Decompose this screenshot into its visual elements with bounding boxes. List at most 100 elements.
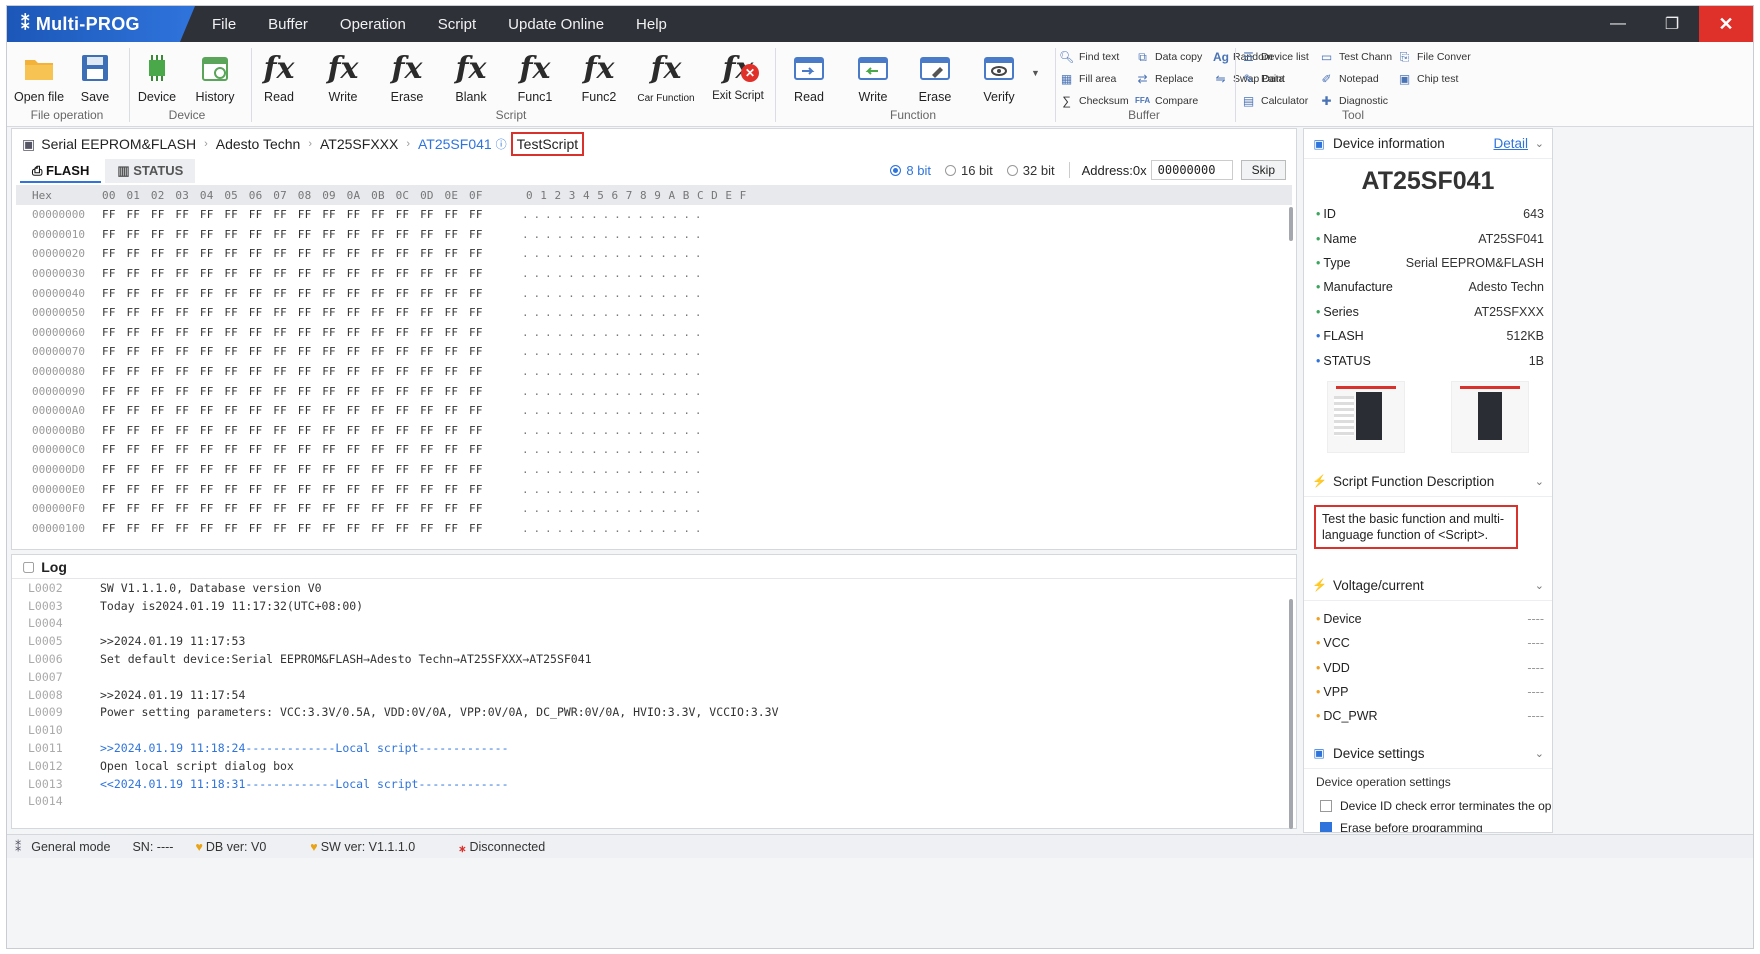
hex-row-bytes[interactable]: FF FF FF FF FF FF FF FF FF FF FF FF FF F… [102,247,522,260]
hex-row-ascii[interactable]: ................ [522,247,706,260]
save-button[interactable]: Save [65,46,125,104]
func-verify-button[interactable]: Verify [969,46,1029,104]
hex-row[interactable]: 00000020 FF FF FF FF FF FF FF FF FF FF FF… [16,244,1292,264]
hex-row[interactable]: 00000060 FF FF FF FF FF FF FF FF FF FF FF… [16,323,1292,343]
file-convert-button[interactable]: ⎘ File Conver [1397,50,1471,64]
restore-button[interactable]: ❐ [1645,6,1699,42]
data-copy-button[interactable]: ⧉ Data copy [1135,50,1202,64]
device-button[interactable]: Device [127,46,187,104]
script-erase-button[interactable]: fx Erase [377,46,437,105]
hex-row-ascii[interactable]: ................ [522,326,706,339]
car-function-button[interactable]: fx Car Function [631,46,701,105]
replace-button[interactable]: ⇄ Replace [1135,72,1193,86]
find-text-button[interactable]: 🔍︎ Find text [1059,50,1119,64]
hex-row-ascii[interactable]: ................ [522,287,706,300]
hex-row-ascii[interactable]: ................ [522,267,706,280]
voltage-current-header[interactable]: ⚡ Voltage/current ⌄ [1304,571,1552,601]
info-icon[interactable]: ⓘ [496,136,507,152]
adapter-image-2[interactable] [1451,380,1529,453]
hex-row-bytes[interactable]: FF FF FF FF FF FF FF FF FF FF FF FF FF F… [102,345,522,358]
id-check-option[interactable]: Device ID check error terminates the op [1304,795,1552,817]
hex-row[interactable]: 000000F0 FF FF FF FF FF FF FF FF FF FF FF… [16,499,1292,519]
detail-link[interactable]: Detail [1493,136,1528,151]
hex-row[interactable]: 00000050 FF FF FF FF FF FF FF FF FF FF FF… [16,303,1292,323]
menu-script[interactable]: Script [438,16,476,33]
address-input[interactable]: 00000000 [1150,160,1233,180]
hex-scrollbar[interactable] [1289,207,1293,241]
func-read-button[interactable]: Read [779,46,839,104]
breadcrumb-type[interactable]: Serial EEPROM&FLASH [41,136,196,152]
hex-row-bytes[interactable]: FF FF FF FF FF FF FF FF FF FF FF FF FF F… [102,287,522,300]
hex-row[interactable]: 00000080 FF FF FF FF FF FF FF FF FF FF FF… [16,362,1292,382]
notepad-button[interactable]: ✐ Notepad [1319,72,1378,86]
exit-script-button[interactable]: fx ✕ Exit Script [707,46,769,103]
script-write-button[interactable]: fx Write [313,46,373,105]
hex-row[interactable]: 000000D0 FF FF FF FF FF FF FF FF FF FF FF… [16,460,1292,480]
func-write-button[interactable]: Write [843,46,903,104]
hex-row-bytes[interactable]: FF FF FF FF FF FF FF FF FF FF FF FF FF F… [102,267,522,280]
checkbox[interactable] [1320,821,1332,832]
hex-row-ascii[interactable]: ................ [522,502,706,515]
hex-row[interactable]: 00000090 FF FF FF FF FF FF FF FF FF FF FF… [16,381,1292,401]
hex-row-ascii[interactable]: ................ [522,443,706,456]
open-file-button[interactable]: Open file [9,46,69,104]
hex-row-ascii[interactable]: ................ [522,306,706,319]
erase-before-option[interactable]: Erase before programming [1304,817,1552,832]
hex-row-bytes[interactable]: FF FF FF FF FF FF FF FF FF FF FF FF FF F… [102,306,522,319]
hex-row[interactable]: 00000070 FF FF FF FF FF FF FF FF FF FF FF… [16,342,1292,362]
menu-file[interactable]: File [212,16,236,33]
breadcrumb-manufacturer[interactable]: Adesto Techn [216,136,301,152]
hex-row-bytes[interactable]: FF FF FF FF FF FF FF FF FF FF FF FF FF F… [102,326,522,339]
history-button[interactable]: History [185,46,245,104]
chip-test-button[interactable]: ▣ Chip test [1397,72,1459,86]
function-more-dropdown-icon[interactable]: ▼ [1031,68,1040,78]
breadcrumb-script[interactable]: TestScript [510,132,585,156]
radio-8-bit[interactable]: 8 bit [890,163,931,178]
compare-button[interactable]: FFA Compare [1135,94,1198,108]
skip-button[interactable]: Skip [1240,160,1286,180]
hex-row-ascii[interactable]: ................ [522,404,706,417]
tab-status[interactable]: ▥ STATUS [105,159,196,183]
hex-row-ascii[interactable]: ................ [522,522,706,535]
hex-row-bytes[interactable]: FF FF FF FF FF FF FF FF FF FF FF FF FF F… [102,463,522,476]
hex-row-ascii[interactable]: ................ [522,424,706,437]
log-scrollbar[interactable] [1289,599,1293,829]
menu-help[interactable]: Help [636,16,667,33]
paint-button[interactable]: ✎ Paint [1241,72,1284,86]
minimize-button[interactable]: — [1591,6,1645,42]
chevron-down-icon[interactable]: ⌄ [1535,137,1544,150]
hex-row-bytes[interactable]: FF FF FF FF FF FF FF FF FF FF FF FF FF F… [102,502,522,515]
hex-row-ascii[interactable]: ................ [522,228,706,241]
menu-buffer[interactable]: Buffer [268,16,308,33]
chevron-down-icon[interactable]: ⌄ [1535,747,1544,760]
hex-row[interactable]: 00000040 FF FF FF FF FF FF FF FF FF FF FF… [16,283,1292,303]
device-settings-header[interactable]: ▣ Device settings ⌄ [1304,739,1552,769]
chevron-down-icon[interactable]: ⌄ [1535,579,1544,592]
script-func2-button[interactable]: fx Func2 [569,46,629,105]
breadcrumb-device[interactable]: AT25SF041 [418,136,492,152]
hex-row-bytes[interactable]: FF FF FF FF FF FF FF FF FF FF FF FF FF F… [102,228,522,241]
hex-row-bytes[interactable]: FF FF FF FF FF FF FF FF FF FF FF FF FF F… [102,385,522,398]
hex-row-bytes[interactable]: FF FF FF FF FF FF FF FF FF FF FF FF FF F… [102,404,522,417]
device-list-button[interactable]: ☰ Device list [1241,50,1309,64]
script-func1-button[interactable]: fx Func1 [505,46,565,105]
hex-row-ascii[interactable]: ................ [522,483,706,496]
calculator-button[interactable]: ▤ Calculator [1241,94,1308,108]
hex-row-bytes[interactable]: FF FF FF FF FF FF FF FF FF FF FF FF FF F… [102,208,522,221]
hex-row[interactable]: 000000E0 FF FF FF FF FF FF FF FF FF FF FF… [16,479,1292,499]
hex-row[interactable]: 00000000 FF FF FF FF FF FF FF FF FF FF FF… [16,205,1292,225]
tab-flash[interactable]: ⎙ FLASH [20,159,102,183]
menu-update-online[interactable]: Update Online [508,16,604,33]
hex-row-bytes[interactable]: FF FF FF FF FF FF FF FF FF FF FF FF FF F… [102,443,522,456]
script-description-header[interactable]: ⚡ Script Function Description ⌄ [1304,467,1552,497]
hex-row-bytes[interactable]: FF FF FF FF FF FF FF FF FF FF FF FF FF F… [102,522,522,535]
hex-row[interactable]: 00000100 FF FF FF FF FF FF FF FF FF FF FF… [16,519,1292,539]
log-content[interactable]: L0002 SW V1.1.1.0, Database version V0 L00… [12,579,1296,810]
hex-row[interactable]: 00000010 FF FF FF FF FF FF FF FF FF FF FF… [16,225,1292,245]
hex-row-bytes[interactable]: FF FF FF FF FF FF FF FF FF FF FF FF FF F… [102,365,522,378]
script-blank-button[interactable]: fx Blank [441,46,501,105]
close-button[interactable]: ✕ [1699,6,1753,42]
hex-row-bytes[interactable]: FF FF FF FF FF FF FF FF FF FF FF FF FF F… [102,483,522,496]
menu-operation[interactable]: Operation [340,16,406,33]
hex-row-ascii[interactable]: ................ [522,345,706,358]
